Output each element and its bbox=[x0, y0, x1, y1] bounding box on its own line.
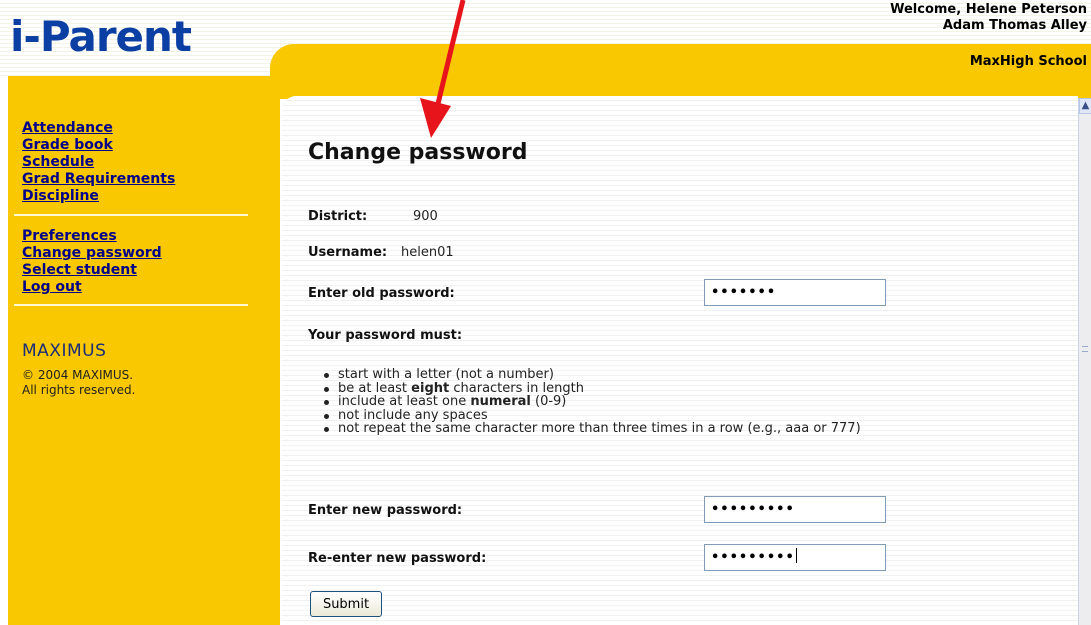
password-rules-list: start with a letter (not a number) be at… bbox=[316, 368, 861, 436]
reenter-password-value: ••••••••• bbox=[711, 550, 795, 565]
district-label: District: bbox=[308, 209, 368, 224]
sidebar-item-preferences[interactable]: Preferences bbox=[22, 228, 262, 245]
list-item: include at least one numeral (0-9) bbox=[316, 395, 861, 409]
sidebar-nav-primary: Attendance Grade book Schedule Grad Requ… bbox=[22, 120, 262, 205]
sidebar-item-attendance[interactable]: Attendance bbox=[22, 120, 262, 137]
rules-heading: Your password must: bbox=[308, 328, 463, 343]
copyright-line: All rights reserved. bbox=[22, 383, 136, 397]
sidebar-divider bbox=[14, 214, 248, 216]
content-panel bbox=[282, 96, 1078, 625]
page-title: Change password bbox=[308, 140, 528, 165]
reenter-password-field[interactable]: ••••••••• bbox=[704, 544, 886, 571]
new-password-label: Enter new password: bbox=[308, 503, 463, 518]
sidebar-nav-secondary: Preferences Change password Select stude… bbox=[22, 228, 262, 296]
app-logo: i-Parent bbox=[10, 12, 192, 61]
copyright-line: © 2004 MAXIMUS. bbox=[22, 368, 134, 382]
sidebar-item-schedule[interactable]: Schedule bbox=[22, 154, 262, 171]
sidebar-item-change-password[interactable]: Change password bbox=[22, 245, 262, 262]
sidebar-item-grade-book[interactable]: Grade book bbox=[22, 137, 262, 154]
list-item: not repeat the same character more than … bbox=[316, 422, 861, 436]
page: i-Parent Welcome, Helene Peterson Adam T… bbox=[0, 0, 1091, 625]
text-caret bbox=[795, 548, 797, 563]
username-label: Username: bbox=[308, 245, 388, 260]
sidebar-item-discipline[interactable]: Discipline bbox=[22, 188, 262, 205]
sidebar-item-grad-requirements[interactable]: Grad Requirements bbox=[22, 171, 262, 188]
school-name: MaxHigh School bbox=[969, 54, 1087, 69]
list-item: not include any spaces bbox=[316, 408, 861, 423]
scroll-up-icon[interactable]: ▲ bbox=[1079, 98, 1091, 114]
sidebar-item-select-student[interactable]: Select student bbox=[22, 262, 262, 279]
username-value: helen01 bbox=[401, 245, 454, 260]
submit-button[interactable]: Submit bbox=[310, 591, 382, 617]
new-password-field[interactable]: ••••••••• bbox=[704, 496, 886, 523]
list-item: start with a letter (not a number) bbox=[316, 368, 861, 382]
sidebar-divider bbox=[14, 304, 248, 306]
scroll-grip-icon bbox=[1082, 346, 1088, 352]
old-password-label: Enter old password: bbox=[308, 286, 455, 301]
rule-text: (0-9) bbox=[530, 394, 567, 409]
old-password-field[interactable]: ••••••• bbox=[704, 279, 886, 306]
student-name: Adam Thomas Alley bbox=[942, 18, 1087, 33]
welcome-block: Welcome, Helene Peterson Adam Thomas All… bbox=[890, 2, 1087, 34]
sidebar-item-log-out[interactable]: Log out bbox=[22, 279, 262, 296]
district-value: 900 bbox=[413, 209, 438, 224]
maximus-logo: MAXIMUS bbox=[22, 341, 107, 361]
rule-text: not repeat the same character more than … bbox=[338, 421, 861, 436]
header-yellow-bar bbox=[270, 44, 1091, 99]
list-item: be at least eight characters in length bbox=[316, 381, 861, 396]
vertical-scrollbar[interactable]: ▲ bbox=[1078, 98, 1091, 625]
reenter-password-label: Re-enter new password: bbox=[308, 551, 487, 566]
copyright: © 2004 MAXIMUS. All rights reserved. bbox=[22, 368, 136, 398]
welcome-text: Welcome, Helene Peterson bbox=[890, 2, 1087, 17]
